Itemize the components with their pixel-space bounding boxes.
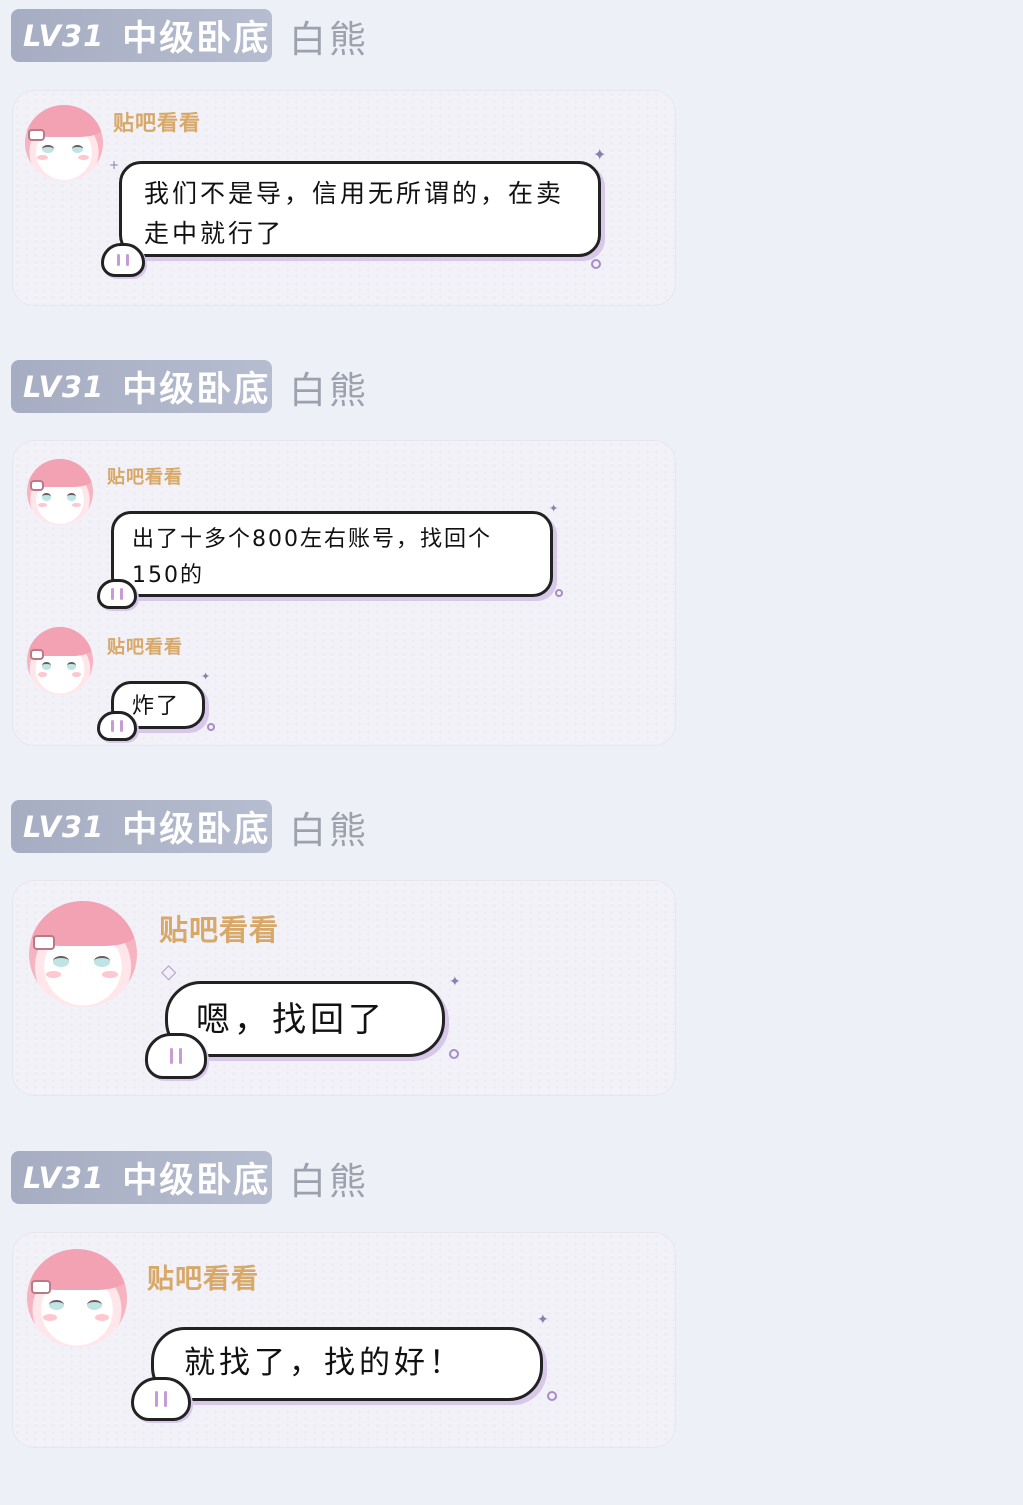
dot-icon [555, 589, 563, 597]
avatar [27, 1249, 127, 1347]
username[interactable]: 白熊 [289, 360, 369, 414]
message-text: 嗯，找回了 [196, 1000, 386, 1040]
post-header: LV31 中级卧底 白熊 [11, 1150, 369, 1205]
dot-icon [591, 259, 601, 269]
level-badge: LV31 中级卧底 [11, 9, 272, 62]
level-label: LV31 [23, 809, 105, 844]
sparkle-icon: ✦ [201, 670, 211, 683]
level-label: LV31 [23, 18, 105, 53]
dot-icon [449, 1049, 459, 1059]
sparkle-icon: ✦ [449, 974, 461, 990]
sparkle-icon: ✦ [593, 145, 607, 164]
image-card-3[interactable]: 贴吧看看 嗯，找回了 ◇ ✦ [12, 880, 676, 1096]
sender-name: 贴吧看看 [147, 1264, 259, 1295]
rank-title: 中级卧底 [122, 370, 271, 410]
paw-icon [97, 579, 137, 609]
level-badge: LV31 中级卧底 [11, 360, 272, 413]
post-header: LV31 中级卧底 白熊 [11, 359, 369, 414]
paw-icon [101, 243, 145, 277]
avatar [27, 627, 93, 695]
username[interactable]: 白熊 [289, 1151, 369, 1205]
sparkle-icon: + [109, 158, 120, 172]
message-bubble: 我们不是导，信用无所谓的，在卖走中就行了 [119, 161, 601, 257]
rank-title: 中级卧底 [122, 810, 271, 850]
message-text: 出了十多个800左右账号，找回个150的 [132, 527, 492, 588]
sender-name: 贴吧看看 [113, 111, 201, 135]
avatar [27, 459, 93, 525]
sender-name: 贴吧看看 [159, 913, 280, 947]
paw-icon [145, 1033, 207, 1079]
image-card-2[interactable]: 贴吧看看 出了十多个800左右账号，找回个150的 ✦ 贴吧看看 炸了 ✦ [12, 440, 676, 746]
message-text: 我们不是导，信用无所谓的，在卖走中就行了 [144, 179, 565, 248]
sparkle-icon: ✦ [549, 502, 559, 515]
image-card-4[interactable]: 贴吧看看 就找了，找的好！ ✦ [12, 1232, 676, 1448]
level-badge: LV31 中级卧底 [11, 1151, 272, 1204]
rank-title: 中级卧底 [122, 1161, 271, 1201]
level-label: LV31 [23, 1160, 105, 1195]
post-header: LV31 中级卧底 白熊 [11, 799, 369, 854]
rank-title: 中级卧底 [122, 19, 271, 59]
message-text: 炸了 [132, 694, 181, 719]
dot-icon [547, 1391, 557, 1401]
avatar [25, 105, 103, 181]
level-badge: LV31 中级卧底 [11, 800, 272, 853]
message-bubble: 就找了，找的好！ [151, 1327, 543, 1401]
username[interactable]: 白熊 [289, 9, 369, 63]
paw-icon [131, 1377, 191, 1421]
message-bubble: 出了十多个800左右账号，找回个150的 [111, 511, 553, 597]
dot-icon [207, 723, 215, 731]
paw-icon [97, 711, 137, 741]
message-bubble: 嗯，找回了 [165, 981, 445, 1057]
sender-name: 贴吧看看 [107, 637, 183, 658]
sender-name: 贴吧看看 [107, 467, 183, 488]
level-label: LV31 [23, 369, 105, 404]
username[interactable]: 白熊 [289, 800, 369, 854]
sparkle-icon: ◇ [161, 959, 177, 983]
post-header: LV31 中级卧底 白熊 [11, 8, 369, 63]
sparkle-icon: ✦ [537, 1312, 549, 1328]
message-text: 就找了，找的好！ [184, 1345, 464, 1381]
avatar [29, 901, 137, 1007]
image-card-1[interactable]: 贴吧看看 我们不是导，信用无所谓的，在卖走中就行了 ✦ + [12, 90, 676, 306]
